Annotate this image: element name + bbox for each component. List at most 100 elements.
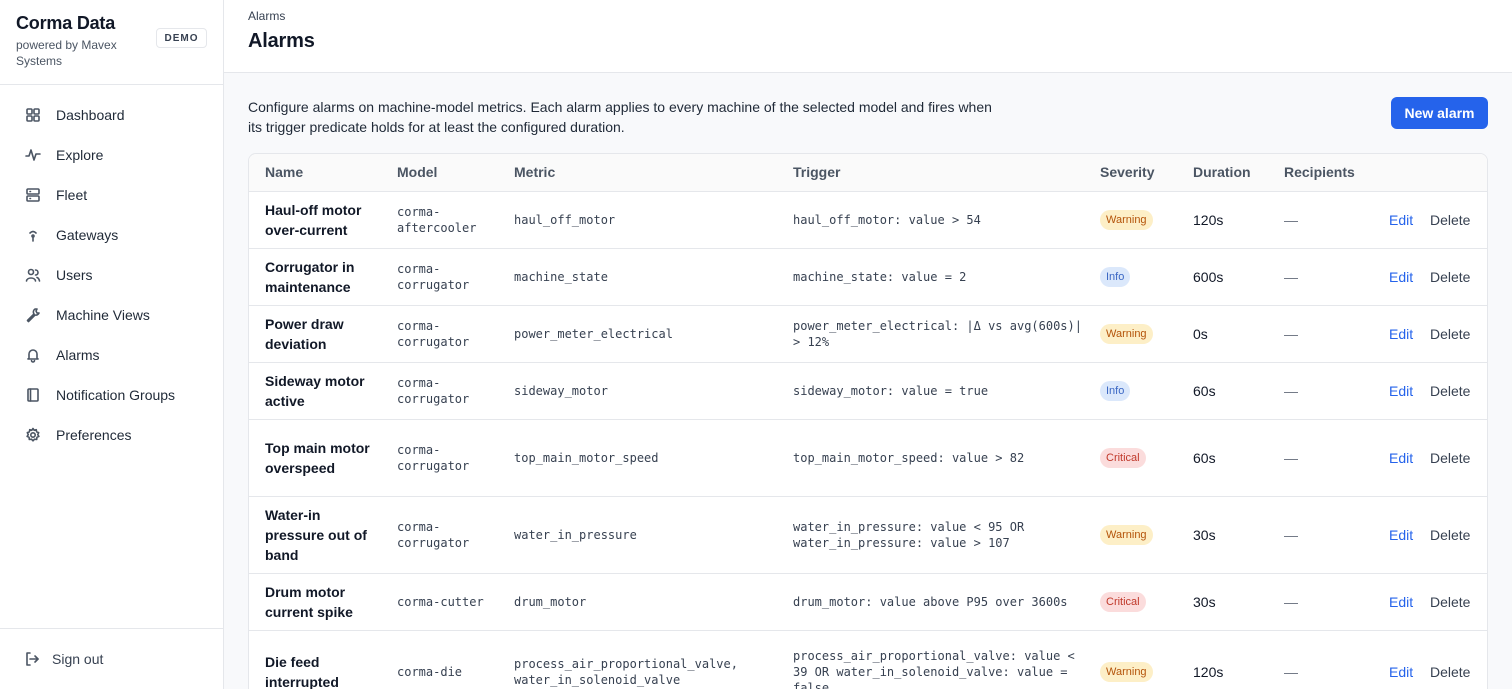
alarm-trigger: power_meter_electrical: |Δ vs avg(600s)|… <box>793 319 1082 349</box>
sidebar-item-alarms[interactable]: Alarms <box>12 335 212 375</box>
alarm-name: Die feed interrupted <box>265 654 339 689</box>
delete-alarm-link[interactable]: Delete <box>1430 527 1470 543</box>
alarm-trigger: top_main_motor_speed: value > 82 <box>793 451 1025 465</box>
sign-out-label: Sign out <box>52 651 104 667</box>
demo-badge: DEMO <box>156 28 207 48</box>
alarm-trigger: haul_off_motor: value > 54 <box>793 213 981 227</box>
server-icon <box>24 186 42 204</box>
alarms-table: Name Model Metric Trigger Severity Durat… <box>248 153 1488 689</box>
sidebar-item-preferences[interactable]: Preferences <box>12 415 212 455</box>
alarm-name: Water-in pressure out of band <box>265 507 367 563</box>
alarm-duration: 120s <box>1193 664 1224 680</box>
table-header: Name Model Metric Trigger Severity Durat… <box>249 154 1487 192</box>
column-header-duration[interactable]: Duration <box>1193 164 1251 180</box>
sidebar-item-label: Alarms <box>56 347 100 363</box>
delete-alarm-link[interactable]: Delete <box>1430 212 1470 228</box>
table-row: Water-in pressure out of band corma-corru… <box>249 497 1487 574</box>
alarm-trigger: process_air_proportional_valve: value < … <box>793 649 1075 689</box>
severity-cell: Warning <box>1100 324 1153 344</box>
sidebar-item-machine-views[interactable]: Machine Views <box>12 295 212 335</box>
alarm-model: corma-corrugator <box>397 520 470 550</box>
alarm-name: Drum motor current spike <box>265 584 353 620</box>
delete-alarm-link[interactable]: Delete <box>1430 594 1470 610</box>
sidebar-item-gateways[interactable]: Gateways <box>12 215 212 255</box>
sidebar-item-notification-groups[interactable]: Notification Groups <box>12 375 212 415</box>
edit-alarm-link[interactable]: Edit <box>1389 269 1413 285</box>
column-header-name[interactable]: Name <box>265 164 303 180</box>
alarm-model: corma-corrugator <box>397 376 470 406</box>
page-description: Configure alarms on machine-model metric… <box>248 99 992 135</box>
edit-alarm-link[interactable]: Edit <box>1389 326 1413 342</box>
book-icon <box>24 386 42 404</box>
severity-badge: Warning <box>1100 525 1153 545</box>
sign-out-button[interactable]: Sign out <box>24 648 103 670</box>
alarm-model: corma-corrugator <box>397 443 470 473</box>
edit-alarm-link[interactable]: Edit <box>1389 212 1413 228</box>
delete-alarm-link[interactable]: Delete <box>1430 664 1470 680</box>
column-header-trigger[interactable]: Trigger <box>793 164 840 180</box>
table-row: Corrugator in maintenance corma-corrugato… <box>249 249 1487 306</box>
alarm-trigger: drum_motor: value above P95 over 3600s <box>793 595 1068 609</box>
alarm-model: corma-aftercooler <box>397 205 477 235</box>
alarm-recipients: — <box>1284 383 1298 399</box>
new-alarm-button[interactable]: New alarm <box>1391 97 1488 129</box>
alarm-metric: machine_state <box>514 270 608 284</box>
edit-alarm-link[interactable]: Edit <box>1389 383 1413 399</box>
users-icon <box>24 266 42 284</box>
brand-title: Corma Data <box>16 13 116 33</box>
grid-icon <box>24 106 42 124</box>
alarm-trigger: sideway_motor: value = true <box>793 384 989 398</box>
sidebar-item-label: Users <box>56 267 93 283</box>
delete-alarm-link[interactable]: Delete <box>1430 326 1470 342</box>
table-row: Top main motor overspeed corma-corrugator… <box>249 420 1487 497</box>
alarm-duration: 0s <box>1193 326 1208 342</box>
sidebar-item-label: Explore <box>56 147 104 163</box>
edit-alarm-link[interactable]: Edit <box>1389 450 1413 466</box>
breadcrumb[interactable]: Alarms <box>248 9 285 23</box>
delete-alarm-link[interactable]: Delete <box>1430 383 1470 399</box>
table-row: Haul-off motor over-current corma-afterco… <box>249 192 1487 249</box>
page-title: Alarms <box>248 30 315 52</box>
sidebar: Corma Data powered by Mavex Systems DEMO… <box>0 0 224 689</box>
alarm-recipients: — <box>1284 269 1298 285</box>
column-header-severity[interactable]: Severity <box>1100 164 1154 180</box>
edit-alarm-link[interactable]: Edit <box>1389 594 1413 610</box>
sidebar-item-users[interactable]: Users <box>12 255 212 295</box>
severity-badge: Warning <box>1100 662 1153 682</box>
severity-cell: Critical <box>1100 448 1146 468</box>
bell-icon <box>24 346 42 364</box>
severity-badge: Warning <box>1100 210 1153 230</box>
sidebar-item-dashboard[interactable]: Dashboard <box>12 95 212 135</box>
alarm-duration: 120s <box>1193 212 1224 228</box>
severity-badge: Info <box>1100 381 1131 401</box>
alarm-name: Haul-off motor over-current <box>265 202 362 238</box>
column-header-model[interactable]: Model <box>397 164 437 180</box>
alarm-recipients: — <box>1284 527 1298 543</box>
table-row: Sideway motor active corma-corrugator side… <box>249 363 1487 420</box>
sidebar-item-explore[interactable]: Explore <box>12 135 212 175</box>
severity-badge: Warning <box>1100 324 1153 344</box>
alarm-model: corma-corrugator <box>397 262 470 292</box>
column-header-metric[interactable]: Metric <box>514 164 555 180</box>
edit-alarm-link[interactable]: Edit <box>1389 527 1413 543</box>
sidebar-divider <box>0 84 223 85</box>
alarm-metric: power_meter_electrical <box>514 327 673 341</box>
sidebar-item-fleet[interactable]: Fleet <box>12 175 212 215</box>
delete-alarm-link[interactable]: Delete <box>1430 269 1470 285</box>
logout-icon <box>24 650 42 668</box>
alarm-metric: water_in_pressure <box>514 528 637 542</box>
table-row: Power draw deviation corma-corrugator powe… <box>249 306 1487 363</box>
alarm-name: Sideway motor active <box>265 373 365 409</box>
sidebar-item-label: Machine Views <box>56 307 150 323</box>
severity-cell: Warning <box>1100 525 1153 545</box>
brand: Corma Data powered by Mavex Systems <box>16 12 166 69</box>
sidebar-item-label: Gateways <box>56 227 119 243</box>
alarm-trigger: water_in_pressure: value < 95 OR water_i… <box>793 520 1025 550</box>
sidebar-item-label: Preferences <box>56 427 132 443</box>
edit-alarm-link[interactable]: Edit <box>1389 664 1413 680</box>
severity-cell: Warning <box>1100 662 1153 682</box>
column-header-recipients[interactable]: Recipients <box>1284 164 1355 180</box>
delete-alarm-link[interactable]: Delete <box>1430 450 1470 466</box>
brand-subtitle: powered by Mavex Systems <box>16 38 117 68</box>
wrench-icon <box>24 306 42 324</box>
